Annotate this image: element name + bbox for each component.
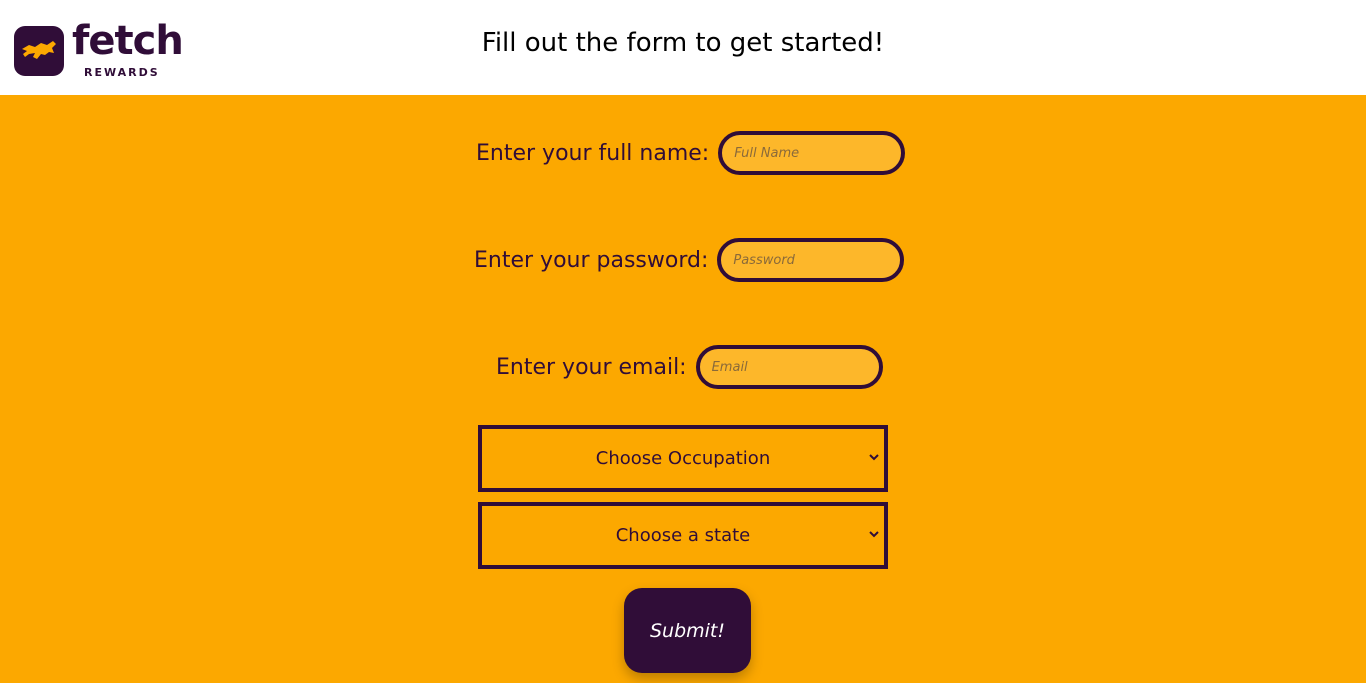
logo-subtitle: REWARDS — [84, 66, 160, 79]
password-placeholder: Password — [733, 252, 795, 268]
email-label: Enter your email: — [496, 354, 687, 380]
password-label: Enter your password: — [474, 247, 709, 273]
chevron-down-icon — [869, 454, 879, 461]
full-name-row: Enter your full name: Full Name — [476, 131, 906, 175]
full-name-placeholder: Full Name — [734, 145, 800, 161]
email-placeholder: Email — [711, 359, 748, 375]
occupation-select[interactable]: Choose Occupation — [478, 425, 888, 492]
password-input[interactable]: Password — [717, 238, 905, 282]
header: fetch ® REWARDS Fill out the form to get… — [0, 0, 1366, 95]
submit-button[interactable]: Submit! — [624, 588, 751, 673]
state-selected-value: Choose a state — [615, 525, 751, 546]
submit-button-label: Submit! — [649, 619, 726, 642]
email-input[interactable]: Email — [695, 345, 883, 389]
email-row: Enter your email: Email — [496, 345, 883, 389]
chevron-down-icon — [869, 531, 879, 538]
signup-form: Enter your full name: Full Name Enter yo… — [0, 95, 1366, 683]
password-row: Enter your password: Password — [474, 238, 905, 282]
full-name-input[interactable]: Full Name — [718, 131, 906, 175]
occupation-selected-value: Choose Occupation — [595, 448, 771, 469]
state-select[interactable]: Choose a state — [478, 502, 888, 569]
full-name-label: Enter your full name: — [476, 140, 710, 166]
page-title: Fill out the form to get started! — [481, 28, 885, 58]
